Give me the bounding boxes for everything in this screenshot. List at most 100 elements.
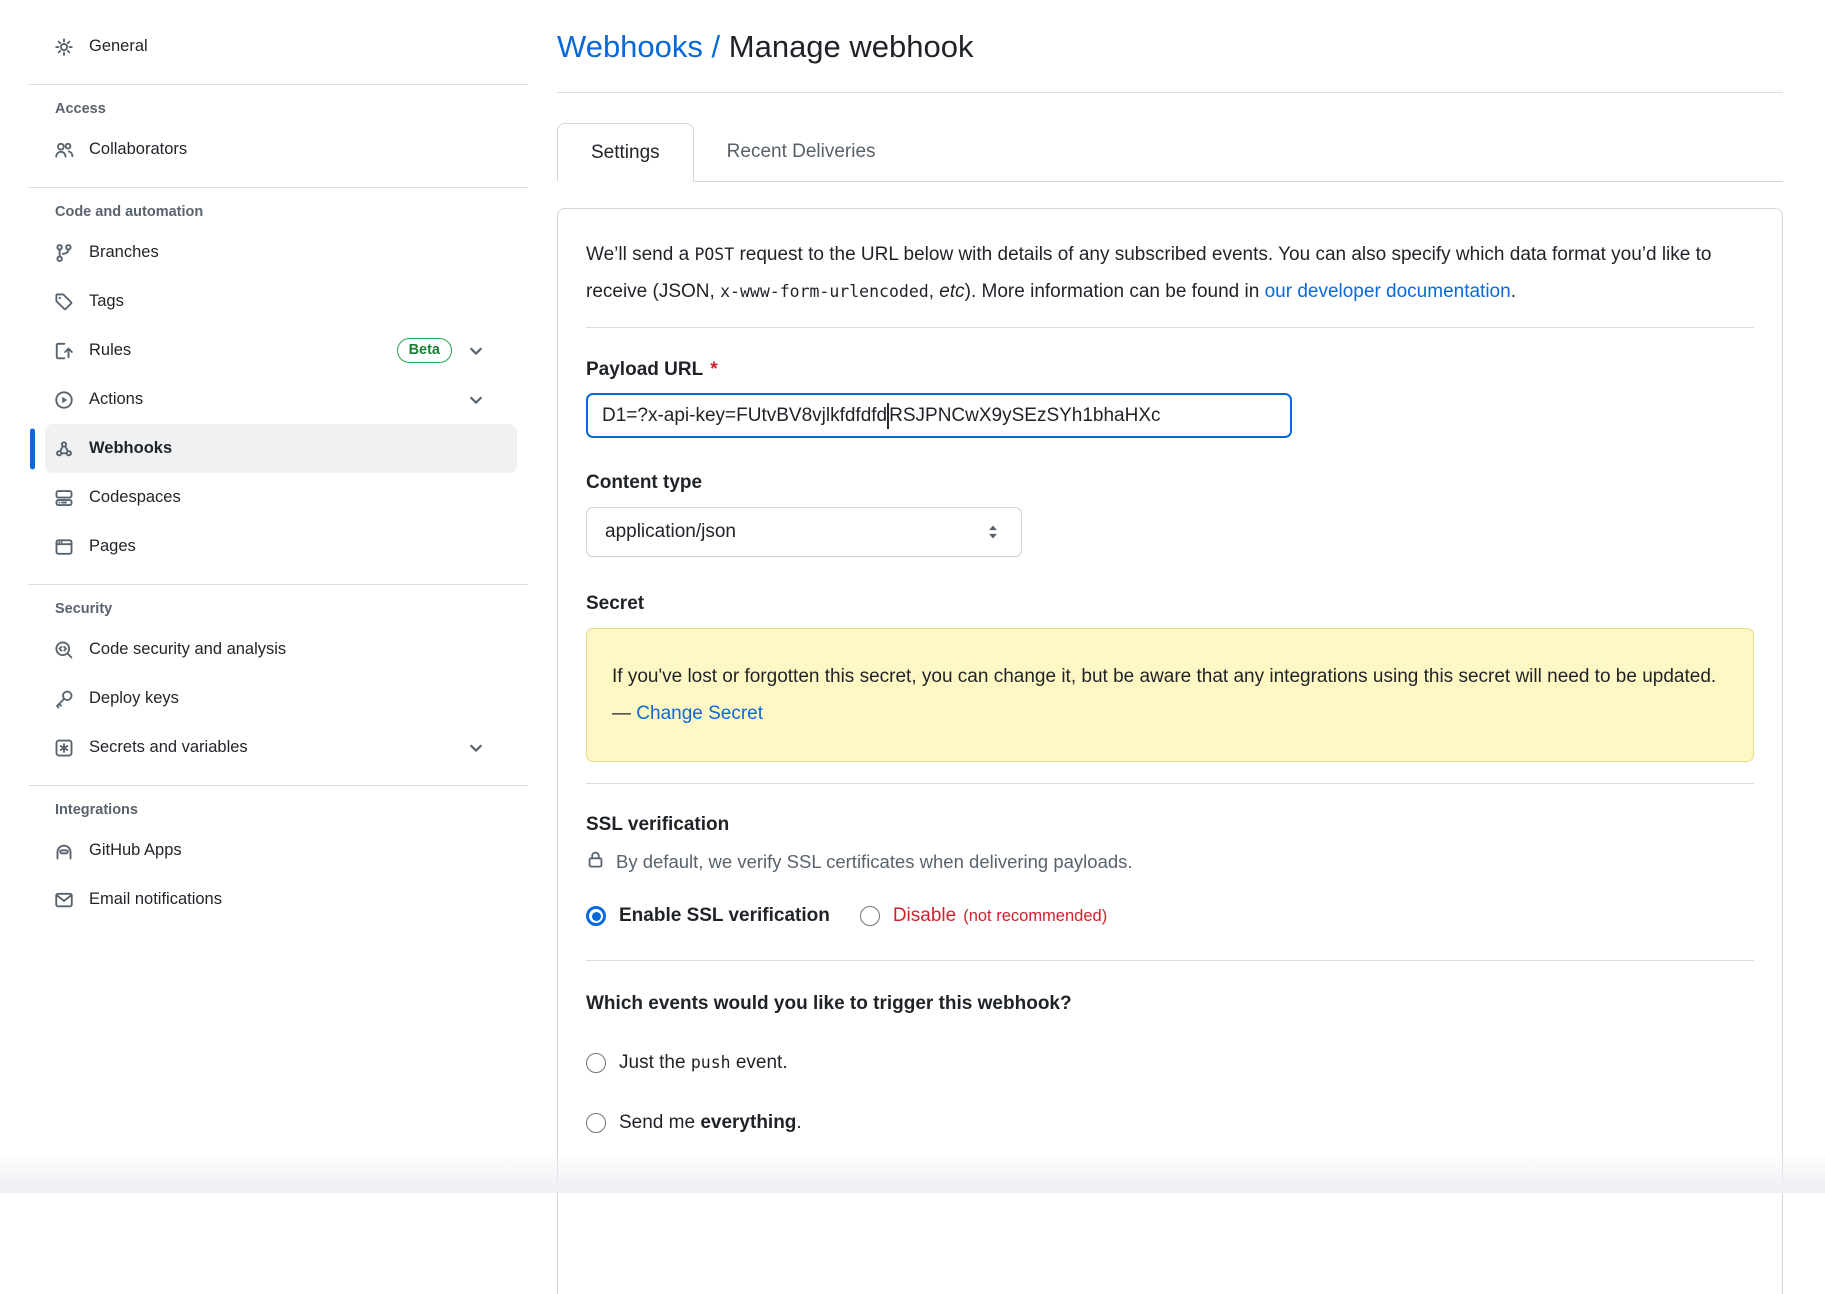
events-heading: Which events would you like to trigger t… [586,993,1754,1015]
content-type-selected-value: application/json [605,521,736,543]
sidebar-section-header-security: Security [55,601,517,617]
sidebar-item-actions[interactable]: Actions [45,375,517,424]
text-run: Just the [619,1052,691,1073]
mail-icon [54,890,74,910]
sidebar-item-general[interactable]: General [45,22,517,71]
sidebar-item-branches[interactable]: Branches [45,228,517,277]
sidebar-divider [28,187,528,188]
text-run: push [691,1053,731,1072]
browser-icon [54,537,74,557]
sidebar-item-label: Pages [89,537,136,556]
event-option-just-push: Just the push event. [586,1052,1754,1074]
sidebar-section-header-integrations: Integrations [55,802,517,818]
inline-link[interactable]: Change Secret [636,703,763,724]
sidebar-item-label: Code security and analysis [89,640,286,659]
secret-warning-box: If you've lost or forgotten this secret,… [586,628,1754,762]
text-run: POST [694,245,734,264]
lock-icon [586,850,605,874]
disable-ssl-radio[interactable] [860,906,880,926]
play-icon [54,390,74,410]
ssl-note-text: By default, we verify SSL certificates w… [616,851,1133,873]
sidebar-item-label: Rules [89,341,131,360]
sidebar-divider [28,785,528,786]
sidebar-item-secrets-and-variables[interactable]: Secrets and variables [45,723,517,772]
text-run: event. [731,1052,788,1073]
key-icon [54,689,74,709]
section-divider [586,960,1754,961]
text-run: . [1511,281,1516,302]
sidebar-item-label: Actions [89,390,143,409]
payload-url-label-text: Payload URL [586,359,703,380]
intro-text: We’ll send a POST request to the URL bel… [586,236,1754,310]
text-run: We’ll send a [586,244,694,265]
ssl-radio-group: Enable SSL verification Disable (not rec… [586,905,1754,927]
text-run: etc [939,281,964,302]
disable-ssl-note: (not recommended) [963,907,1107,926]
sidebar-section-header-code-and-automation: Code and automation [55,204,517,220]
tabnav: Settings Recent Deliveries [557,123,1783,182]
sidebar-item-pages[interactable]: Pages [45,522,517,571]
git-branch-icon [54,243,74,263]
sidebar-divider [28,584,528,585]
sidebar-item-label: Secrets and variables [89,738,248,757]
sidebar-item-label: Codespaces [89,488,181,507]
just-push-label: Just the push event. [619,1052,788,1074]
rules-icon [54,341,74,361]
main-content: Webhooks / Manage webhook Settings Recen… [557,0,1783,1294]
sidebar-item-label: Tags [89,292,124,311]
text-run: , [929,281,940,302]
disable-ssl-label: Disable [893,905,956,927]
sidebar-item-deploy-keys[interactable]: Deploy keys [45,674,517,723]
chevron-down-icon [466,390,486,410]
secret-label: Secret [586,593,1754,615]
sidebar-item-label: General [89,37,148,56]
ssl-note: By default, we verify SSL certificates w… [586,850,1754,874]
breadcrumb-webhooks-link[interactable]: Webhooks / [557,29,720,64]
content-type-label: Content type [586,472,1754,494]
text-run: If you've lost or forgotten this secret,… [612,666,1716,724]
payload-url-value-after-caret: RSJPNCwX9ySEzSYh1bhaHXc [889,405,1160,427]
content-type-select[interactable]: application/json [586,507,1022,557]
people-icon [54,140,74,160]
required-asterisk: * [710,359,717,380]
github-app-icon [54,841,74,861]
payload-url-input[interactable]: D1=?x-api-key=FUtvBV8vjlkfdfdfdRSJPNCwX9… [586,393,1292,438]
text-run: Send me [619,1112,700,1133]
sidebar-item-webhooks[interactable]: Webhooks [45,424,517,473]
section-divider [586,327,1754,328]
just-push-radio[interactable] [586,1053,606,1073]
page-title-current: Manage webhook [729,29,974,64]
send-everything-radio[interactable] [586,1113,606,1133]
beta-badge: Beta [397,338,452,363]
page-title: Webhooks / Manage webhook [557,27,1783,67]
text-run: . [796,1112,801,1133]
chevron-down-icon [466,738,486,758]
sidebar-item-rules[interactable]: Rules Beta [45,326,517,375]
sidebar-item-label: Deploy keys [89,689,179,708]
event-option-everything: Send me everything. [586,1112,1754,1134]
send-everything-label: Send me everything. [619,1112,802,1134]
chevron-down-icon [466,341,486,361]
sidebar-divider [28,84,528,85]
code-scan-icon [54,640,74,660]
inline-link[interactable]: our developer documentation [1265,281,1511,302]
sidebar-item-codespaces[interactable]: Codespaces [45,473,517,522]
enable-ssl-label: Enable SSL verification [619,905,830,927]
text-run: everything [700,1112,796,1133]
secrets-icon [54,738,74,758]
enable-ssl-radio[interactable] [586,906,606,926]
sidebar-item-label: Email notifications [89,890,222,909]
sidebar-item-email-notifications[interactable]: Email notifications [45,875,517,924]
sidebar-item-label: Branches [89,243,159,262]
webhook-icon [54,439,74,459]
sidebar-item-github-apps[interactable]: GitHub Apps [45,826,517,875]
sidebar-item-tags[interactable]: Tags [45,277,517,326]
webhook-settings-panel: We’ll send a POST request to the URL bel… [557,208,1783,1294]
sidebar-item-code-security-and-analysis[interactable]: Code security and analysis [45,625,517,674]
payload-url-value-before-caret: D1=?x-api-key=FUtvBV8vjlkfdfdfd [602,405,887,427]
select-arrows-icon [983,522,1003,542]
tab-recent-deliveries[interactable]: Recent Deliveries [694,123,909,181]
tab-settings[interactable]: Settings [557,123,694,182]
ssl-verification-heading: SSL verification [586,814,1754,836]
sidebar-item-collaborators[interactable]: Collaborators [45,125,517,174]
